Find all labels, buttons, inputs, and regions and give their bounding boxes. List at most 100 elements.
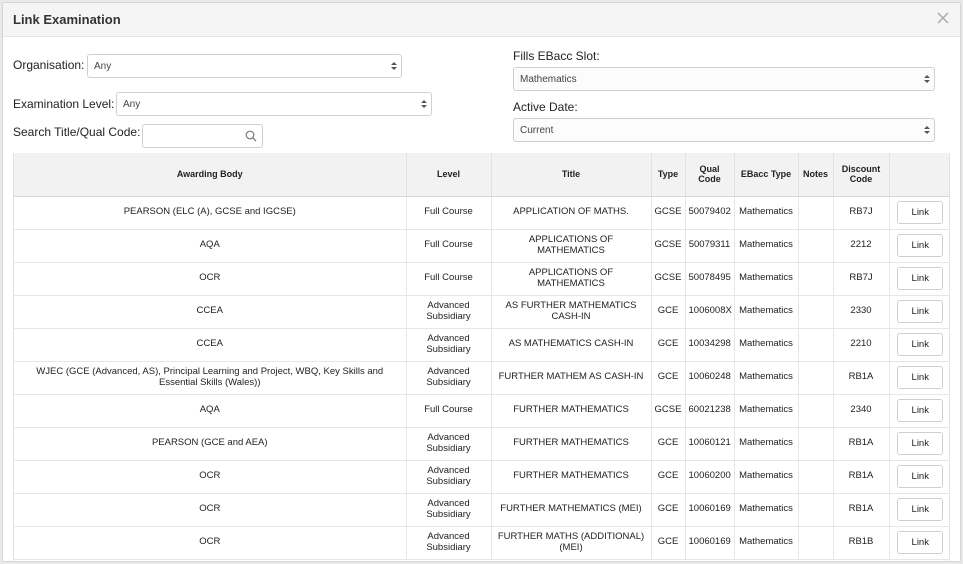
link-button[interactable]: Link (897, 531, 944, 554)
cell-title: FURTHER MATHEMATICS (491, 460, 652, 494)
link-button[interactable]: Link (897, 465, 944, 488)
cell-action: Link (889, 328, 949, 362)
link-button[interactable]: Link (897, 201, 944, 224)
cell-action: Link (889, 394, 949, 428)
select-arrows-icon (924, 126, 930, 134)
header-type[interactable]: Type (651, 153, 686, 197)
table-row: PEARSON (ELC (A), GCSE and IGCSE) Full Co… (14, 196, 949, 230)
cell-title: FURTHER MATHEM AS CASH-IN (491, 361, 652, 395)
cell-level: Advanced Subsidiary (406, 493, 492, 527)
cell-awarding-body: PEARSON (GCE and AEA) (14, 427, 407, 461)
cell-level: Advanced Subsidiary (406, 295, 492, 329)
table-row: AQA Full Course APPLICATIONS OF MATHEMATIC… (14, 229, 949, 263)
header-qual-code[interactable]: Qual Code (685, 153, 735, 197)
cell-awarding-body: OCR (14, 493, 407, 527)
cell-awarding-body: CCEA (14, 328, 407, 362)
cell-qual-code: 10060200 (685, 460, 735, 494)
select-arrows-icon (391, 62, 397, 70)
cell-ebacc-type: Mathematics (734, 526, 799, 560)
cell-qual-code: 10060248 (685, 361, 735, 395)
cell-awarding-body: PEARSON (ELC (A), GCSE and IGCSE) (14, 196, 407, 230)
cell-type: GCSE (651, 229, 686, 263)
cell-awarding-body: AQA (14, 229, 407, 263)
table-row: OCR Full Course APPLICATIONS OF MATHEMATIC… (14, 262, 949, 296)
cell-discount-code: 2210 (833, 328, 890, 362)
cell-type: GCE (651, 526, 686, 560)
cell-level: Advanced Subsidiary (406, 427, 492, 461)
link-button[interactable]: Link (897, 399, 944, 422)
cell-awarding-body: AQA (14, 394, 407, 428)
cell-notes (798, 295, 834, 329)
cell-qual-code: 1006008X (685, 295, 735, 329)
close-icon[interactable] (936, 11, 950, 25)
ebacc-slot-label: Fills EBacc Slot: (513, 49, 600, 63)
cell-notes (798, 493, 834, 527)
link-button[interactable]: Link (897, 366, 944, 389)
table-row: WJEC (GCE (Advanced, AS), Principal Lear… (14, 361, 949, 395)
table-row: OCR Advanced Subsidiary FURTHER MATHS (ADD… (14, 526, 949, 560)
cell-type: GCSE (651, 196, 686, 230)
cell-ebacc-type: Mathematics (734, 460, 799, 494)
cell-type: GCE (651, 493, 686, 527)
header-level[interactable]: Level (406, 153, 492, 197)
cell-level: Full Course (406, 394, 492, 428)
dialog-header: Link Examination (3, 3, 960, 37)
cell-type: GCE (651, 328, 686, 362)
cell-type: GCE (651, 295, 686, 329)
cell-qual-code: 60021238 (685, 394, 735, 428)
cell-level: Full Course (406, 196, 492, 230)
cell-level: Advanced Subsidiary (406, 328, 492, 362)
link-button[interactable]: Link (897, 234, 944, 257)
header-awarding-body[interactable]: Awarding Body (14, 153, 407, 197)
cell-action: Link (889, 196, 949, 230)
cell-action: Link (889, 295, 949, 329)
link-examination-dialog: Link Examination Organisation: Any Exami… (2, 2, 961, 562)
cell-type: GCSE (651, 394, 686, 428)
cell-awarding-body: WJEC (GCE (Advanced, AS), Principal Lear… (14, 361, 407, 395)
active-date-label: Active Date: (513, 100, 578, 114)
cell-title: APPLICATION OF MATHS. (491, 196, 652, 230)
results-table-container[interactable]: Awarding Body Level Title Type Qual Code… (13, 153, 950, 561)
search-input[interactable] (147, 126, 242, 146)
cell-discount-code: RB1B (833, 526, 890, 560)
link-button[interactable]: Link (897, 432, 944, 455)
link-button[interactable]: Link (897, 333, 944, 356)
cell-action: Link (889, 229, 949, 263)
cell-title: FURTHER MATHEMATICS (MEI) (491, 493, 652, 527)
link-button[interactable]: Link (897, 267, 944, 290)
cell-title: FURTHER MATHEMATICS (491, 394, 652, 428)
link-button[interactable]: Link (897, 498, 944, 521)
cell-action: Link (889, 526, 949, 560)
header-ebacc-type[interactable]: EBacc Type (734, 153, 799, 197)
cell-level: Advanced Subsidiary (406, 460, 492, 494)
search-label: Search Title/Qual Code: (13, 125, 141, 139)
cell-title: APPLICATIONS OF MATHEMATICS (491, 262, 652, 296)
cell-qual-code: 10060169 (685, 526, 735, 560)
cell-title: AS FURTHER MATHEMATICS CASH-IN (491, 295, 652, 329)
header-discount-code[interactable]: Discount Code (833, 153, 890, 197)
cell-ebacc-type: Mathematics (734, 427, 799, 461)
active-date-select[interactable]: Current (513, 118, 935, 142)
organisation-select-value: Any (94, 61, 112, 72)
cell-discount-code: RB7J (833, 196, 890, 230)
cell-notes (798, 460, 834, 494)
header-title[interactable]: Title (491, 153, 652, 197)
cell-title: APPLICATIONS OF MATHEMATICS (491, 229, 652, 263)
link-button[interactable]: Link (897, 300, 944, 323)
cell-notes (798, 427, 834, 461)
table-row: AQA Full Course FURTHER MATHEMATICS GCSE 600… (14, 394, 949, 428)
cell-level: Full Course (406, 262, 492, 296)
ebacc-slot-select[interactable]: Mathematics (513, 67, 935, 91)
cell-action: Link (889, 493, 949, 527)
cell-action: Link (889, 427, 949, 461)
ebacc-slot-select-value: Mathematics (520, 74, 577, 85)
cell-discount-code: RB1A (833, 460, 890, 494)
cell-action: Link (889, 361, 949, 395)
examination-level-select[interactable]: Any (116, 92, 432, 116)
cell-level: Advanced Subsidiary (406, 526, 492, 560)
header-notes[interactable]: Notes (798, 153, 834, 197)
table-header-row: Awarding Body Level Title Type Qual Code… (14, 153, 949, 197)
organisation-select[interactable]: Any (87, 54, 402, 78)
search-icon[interactable] (245, 130, 257, 142)
cell-level: Advanced Subsidiary (406, 361, 492, 395)
